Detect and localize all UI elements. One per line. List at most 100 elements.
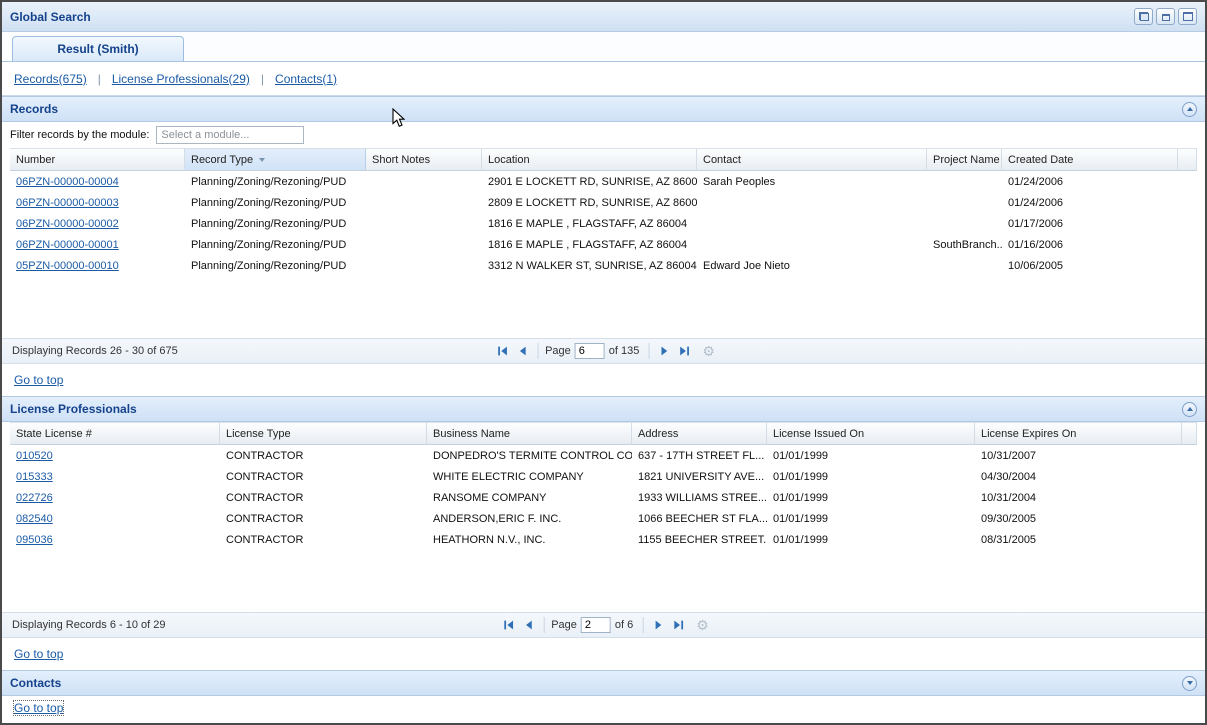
records-collapse-button[interactable]: [1182, 102, 1197, 117]
cell-contact: [697, 213, 927, 234]
license-number-link[interactable]: 022726: [16, 492, 53, 504]
col-record-type-label: Record Type: [191, 154, 253, 166]
chevron-down-icon: [1187, 681, 1193, 685]
last-page-button[interactable]: [674, 341, 694, 361]
license-header-row: State License # License Type Business Na…: [10, 422, 1197, 445]
col-address[interactable]: Address: [632, 422, 767, 445]
table-row: 010520 CONTRACTOR DONPEDRO'S TERMITE CON…: [10, 445, 1197, 466]
license-grid-empty-area: [2, 550, 1205, 612]
tab-strip: Result (Smith): [2, 32, 1205, 62]
cell-record-type: Planning/Zoning/Rezoning/PUD: [185, 171, 366, 192]
col-contact[interactable]: Contact: [697, 148, 927, 171]
license-number-link[interactable]: 082540: [16, 513, 53, 525]
license-pager-status: Displaying Records 6 - 10 of 29: [12, 619, 165, 631]
col-location[interactable]: Location: [482, 148, 697, 171]
contacts-go-to-top-row: Go to top: [2, 696, 1205, 715]
record-number-link[interactable]: 06PZN-00000-00004: [16, 176, 119, 188]
go-to-top-link[interactable]: Go to top: [14, 647, 63, 661]
col-license-issued-on[interactable]: License Issued On: [767, 422, 975, 445]
license-number-link[interactable]: 015333: [16, 471, 53, 483]
license-professionals-collapse-button[interactable]: [1182, 402, 1197, 417]
window-title: Global Search: [10, 10, 91, 24]
maximize-button[interactable]: [1178, 8, 1197, 25]
contacts-count-link[interactable]: Contacts(1): [275, 72, 337, 86]
col-filler: [1178, 148, 1197, 171]
previous-page-button[interactable]: [518, 615, 538, 635]
link-separator: |: [98, 72, 101, 86]
license-number-link[interactable]: 010520: [16, 450, 53, 462]
cell-contact: [697, 192, 927, 213]
col-filler: [1182, 422, 1197, 445]
col-business-name[interactable]: Business Name: [427, 422, 632, 445]
col-project-name[interactable]: Project Name: [927, 148, 1002, 171]
table-row: 06PZN-00000-00002 Planning/Zoning/Rezoni…: [10, 213, 1197, 234]
cell-location: 1816 E MAPLE , FLAGSTAFF, AZ 86004: [482, 234, 697, 255]
cell-record-type: Planning/Zoning/Rezoning/PUD: [185, 213, 366, 234]
table-row: 06PZN-00000-00004 Planning/Zoning/Rezoni…: [10, 171, 1197, 192]
restore-button[interactable]: [1156, 8, 1175, 25]
contacts-expand-button[interactable]: [1182, 676, 1197, 691]
page-number-input[interactable]: [581, 617, 611, 633]
first-page-icon: [501, 618, 515, 632]
col-created-date[interactable]: Created Date: [1002, 148, 1178, 171]
go-to-top-link[interactable]: Go to top: [14, 373, 63, 387]
cascade-button[interactable]: [1134, 8, 1153, 25]
col-number[interactable]: Number: [10, 148, 185, 171]
last-page-icon: [671, 618, 685, 632]
cell-expires-on: 09/30/2005: [975, 508, 1182, 529]
cell-address: 1933 WILLIAMS STREE...: [632, 487, 767, 508]
refresh-icon[interactable]: ⚙: [702, 344, 715, 358]
last-page-icon: [677, 344, 691, 358]
cell-issued-on: 01/01/1999: [767, 487, 975, 508]
go-to-top-link[interactable]: Go to top: [14, 701, 63, 715]
record-number-link[interactable]: 06PZN-00000-00003: [16, 197, 119, 209]
record-number-link[interactable]: 05PZN-00000-00010: [16, 260, 119, 272]
previous-page-button[interactable]: [512, 341, 532, 361]
cell-license-type: CONTRACTOR: [220, 508, 427, 529]
col-license-expires-on[interactable]: License Expires On: [975, 422, 1182, 445]
next-page-button[interactable]: [654, 341, 674, 361]
cell-short-notes: [366, 192, 482, 213]
records-count-link[interactable]: Records(675): [14, 72, 87, 86]
cell-expires-on: 10/31/2004: [975, 487, 1182, 508]
license-professionals-count-link[interactable]: License Professionals(29): [112, 72, 250, 86]
next-page-button[interactable]: [648, 615, 668, 635]
last-page-button[interactable]: [668, 615, 688, 635]
records-pagination-bar: Displaying Records 26 - 30 of 675 Page o…: [2, 338, 1205, 364]
cell-created-date: 01/16/2006: [1002, 234, 1178, 255]
cell-created-date: 01/17/2006: [1002, 213, 1178, 234]
page-label: Page: [551, 619, 577, 631]
chevron-up-icon: [1187, 407, 1193, 411]
cell-contact: [697, 234, 927, 255]
col-short-notes[interactable]: Short Notes: [366, 148, 482, 171]
cell-contact: Sarah Peoples: [697, 171, 927, 192]
module-filter-input[interactable]: [156, 126, 304, 144]
cell-created-date: 01/24/2006: [1002, 171, 1178, 192]
cell-issued-on: 01/01/1999: [767, 445, 975, 466]
col-state-license[interactable]: State License #: [10, 422, 220, 445]
refresh-icon[interactable]: ⚙: [696, 618, 709, 632]
cell-expires-on: 04/30/2004: [975, 466, 1182, 487]
record-number-link[interactable]: 06PZN-00000-00002: [16, 218, 119, 230]
first-page-button[interactable]: [498, 615, 518, 635]
records-go-to-top-row: Go to top: [2, 364, 1205, 396]
cell-business-name: WHITE ELECTRIC COMPANY: [427, 466, 632, 487]
cell-project-name: [927, 213, 1002, 234]
tab-result-smith[interactable]: Result (Smith): [12, 36, 184, 61]
page-total-label: of 6: [615, 619, 633, 631]
col-license-type[interactable]: License Type: [220, 422, 427, 445]
cell-short-notes: [366, 255, 482, 276]
cell-project-name: [927, 192, 1002, 213]
license-pager-controls: Page of 6 ⚙: [498, 615, 709, 635]
page-number-input[interactable]: [575, 343, 605, 359]
cell-location: 2901 E LOCKETT RD, SUNRISE, AZ 86004: [482, 171, 697, 192]
cell-created-date: 01/24/2006: [1002, 192, 1178, 213]
table-row: 015333 CONTRACTOR WHITE ELECTRIC COMPANY…: [10, 466, 1197, 487]
col-record-type[interactable]: Record Type: [185, 148, 366, 171]
record-number-link[interactable]: 06PZN-00000-00001: [16, 239, 119, 251]
next-page-icon: [657, 344, 671, 358]
license-number-link[interactable]: 095036: [16, 534, 53, 546]
cell-expires-on: 08/31/2005: [975, 529, 1182, 550]
first-page-button[interactable]: [492, 341, 512, 361]
records-grid-empty-area: [2, 276, 1205, 338]
